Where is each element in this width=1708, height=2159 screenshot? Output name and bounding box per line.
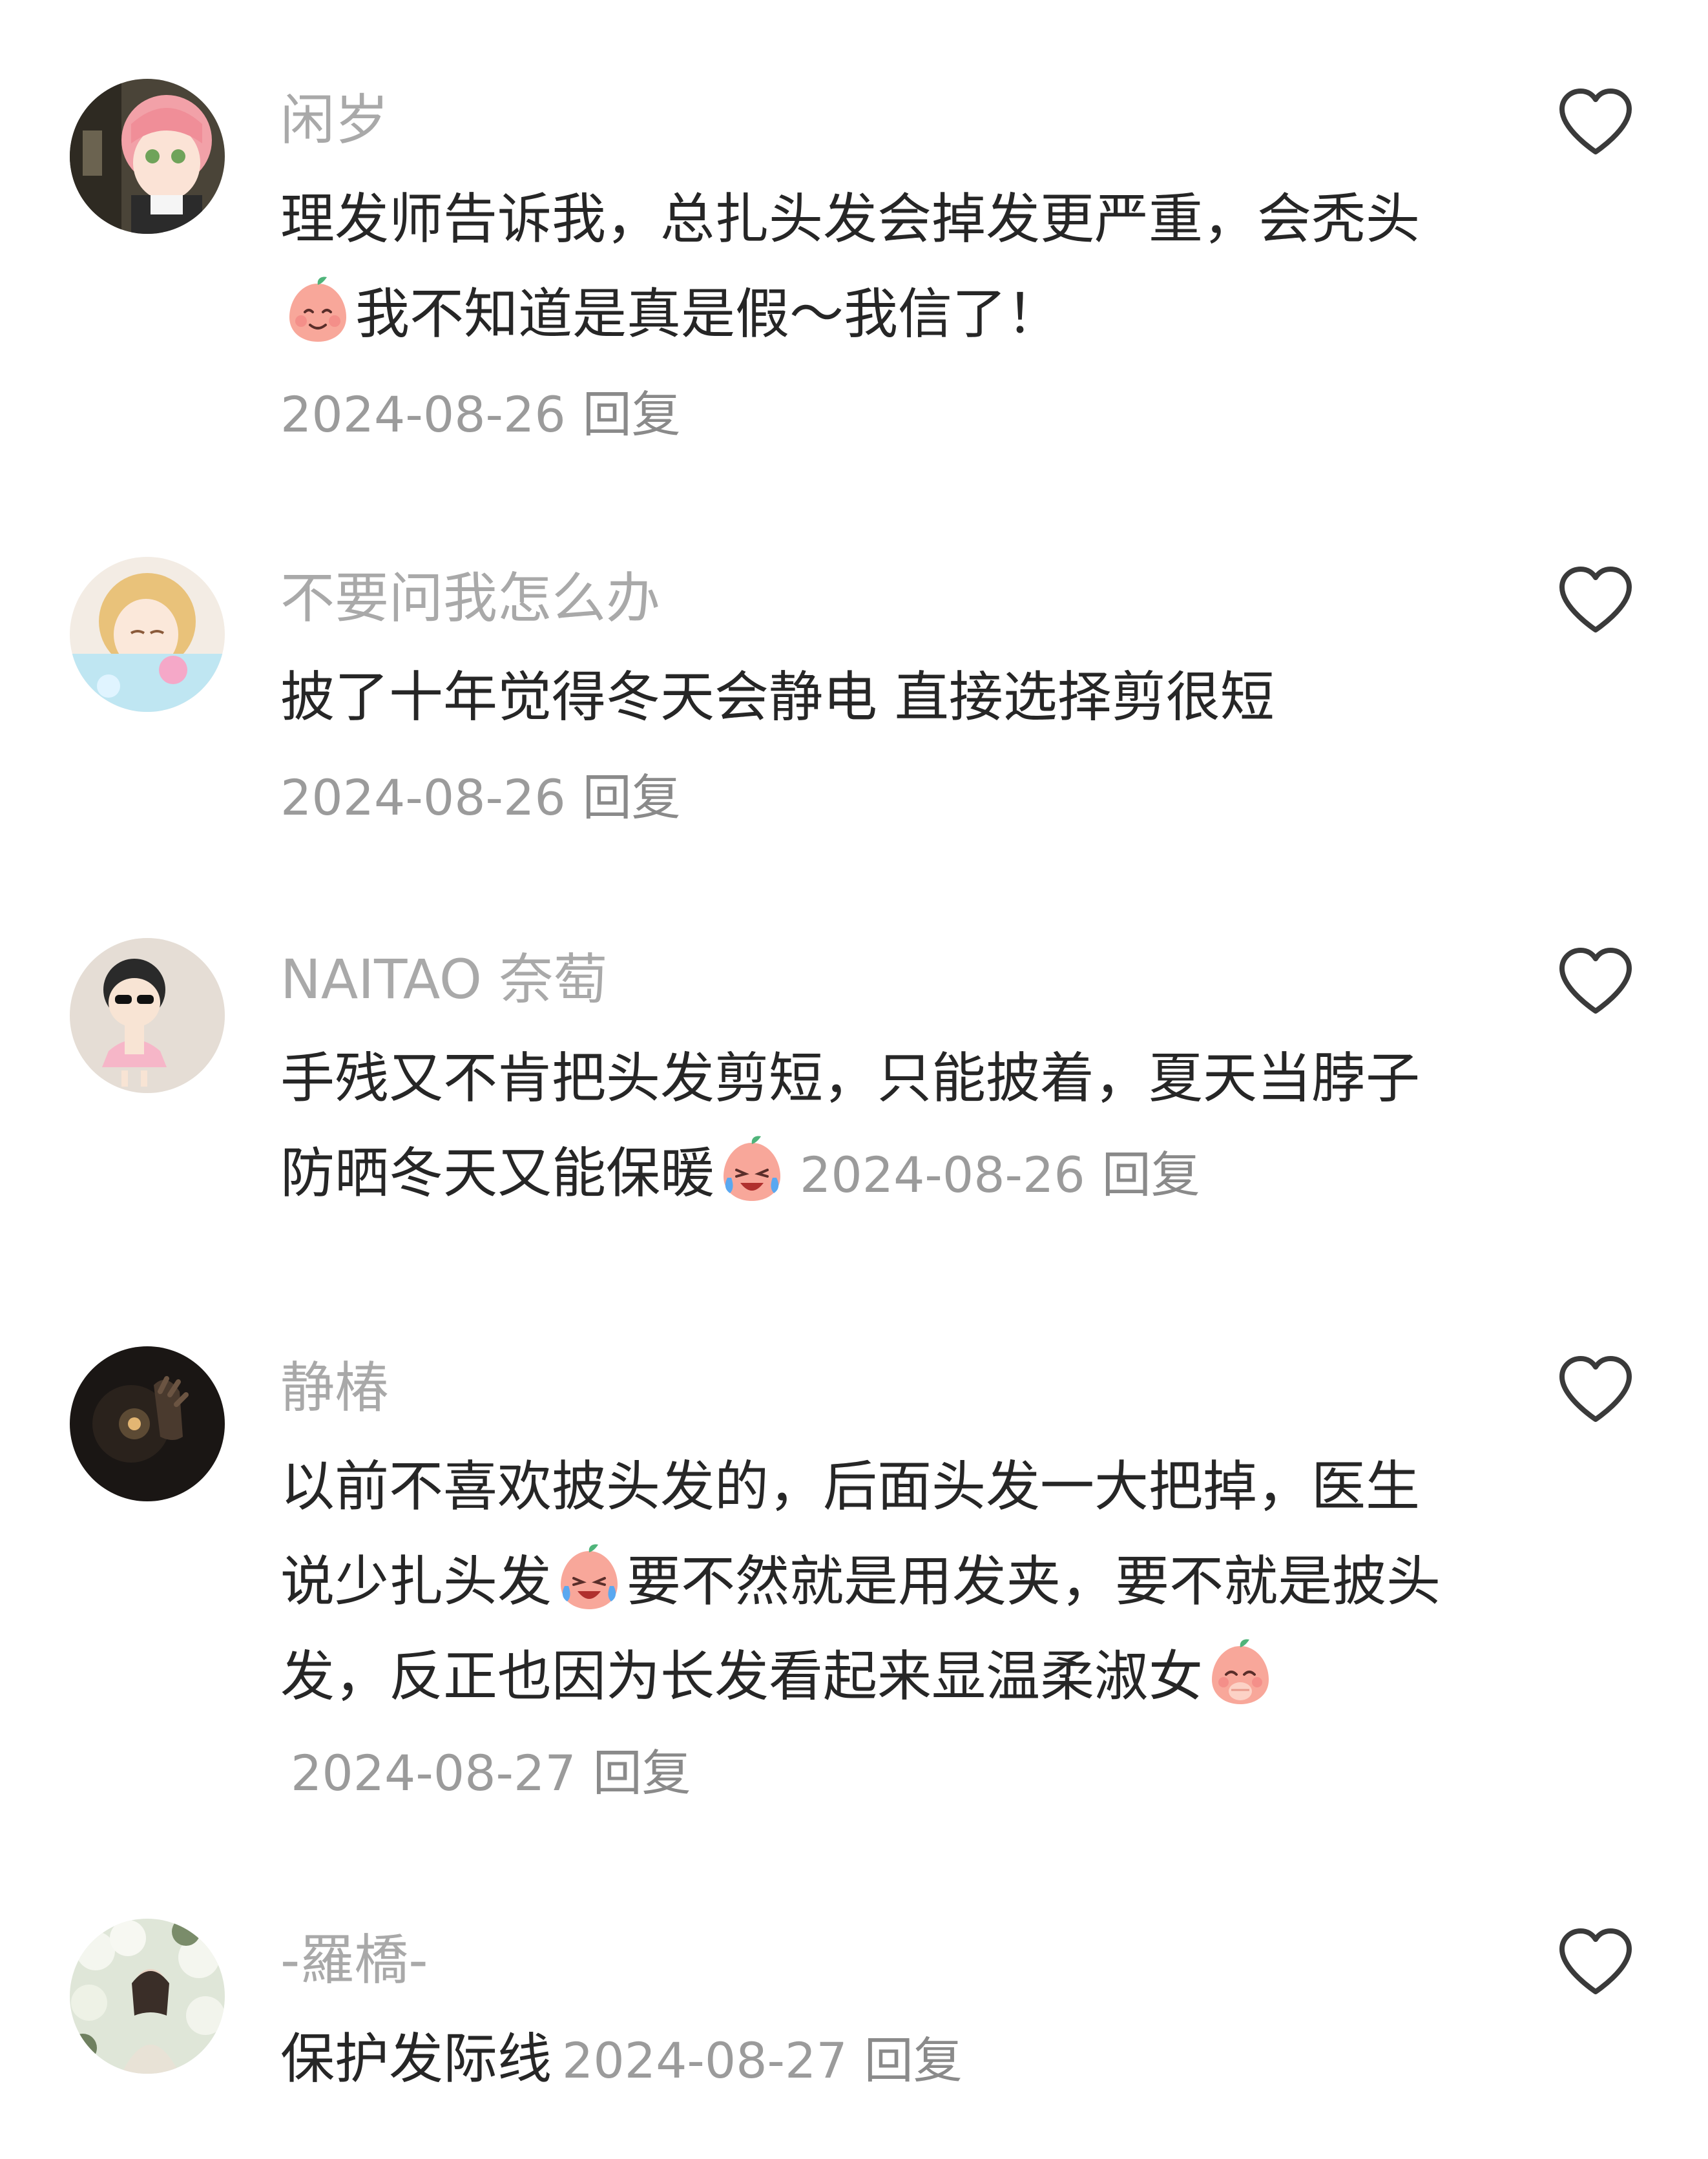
comment-body: 静椿 以前不喜欢披头发的，后面头发一大把掉，医生说少扎头发 要不然就是用发夹，要… — [280, 1351, 1469, 1820]
comment-text: 理发师告诉我，总扎头发会掉发更严重，会秃头 我不知道是真是假～我信了！ — [280, 172, 1469, 362]
comment-date: 2024-08-27 — [562, 2032, 848, 2089]
crying-laughing-peach-emoji — [716, 1134, 788, 1206]
heart-outline-icon — [1559, 1928, 1632, 1994]
comment-date: 2024-08-26 — [800, 1146, 1085, 1204]
comment-meta: 2024-08-26 回复 — [280, 367, 1469, 462]
comment-text-part: 保护发际线 — [280, 2027, 552, 2091]
smiling-peach-emoji — [282, 275, 354, 347]
comment-body: -羅橋- 保护发际线 2024-08-27 回复 — [280, 1924, 1469, 2108]
username[interactable]: -羅橋- — [280, 1924, 1469, 1996]
avatar[interactable] — [70, 1919, 225, 2074]
username[interactable]: 闲岁 — [280, 84, 1469, 156]
comment-body: 不要问我怎么办 披了十年觉得冬天会静电 直接选择剪很短 2024-08-26 回复 — [280, 562, 1469, 845]
username[interactable]: 不要问我怎么办 — [280, 562, 1469, 634]
like-button[interactable] — [1557, 1355, 1634, 1426]
reply-button[interactable]: 回复 — [583, 386, 681, 443]
comment-date: 2024-08-27 — [291, 1744, 576, 1802]
avatar[interactable] — [70, 557, 225, 712]
avatar[interactable] — [70, 938, 225, 1093]
reply-button[interactable]: 回复 — [1102, 1146, 1200, 1204]
comment-body: NAITAO 奈萄 手残又不肯把头发剪短，只能披着，夏天当脖子防晒冬天又能保暖 … — [280, 943, 1469, 1222]
heart-outline-icon — [1559, 567, 1632, 632]
like-button[interactable] — [1557, 565, 1634, 636]
comment-text-part: 我不知道是真是假～我信了！ — [355, 282, 1061, 346]
comment-date: 2024-08-26 — [280, 769, 566, 826]
comment-text-part: 理发师告诉我，总扎头发会掉发更严重，会秃头 — [280, 187, 1421, 251]
avatar[interactable] — [70, 79, 225, 234]
reply-button[interactable]: 回复 — [864, 2032, 963, 2089]
like-button[interactable] — [1557, 1927, 1634, 1998]
giggling-peach-emoji — [1204, 1637, 1276, 1709]
comment-meta: 2024-08-27 回复 — [562, 2032, 963, 2089]
heart-outline-icon — [1559, 89, 1632, 154]
heart-outline-icon — [1559, 1356, 1632, 1422]
like-button[interactable] — [1557, 87, 1634, 158]
crying-laughing-peach-emoji — [553, 1542, 625, 1614]
like-button[interactable] — [1557, 946, 1634, 1017]
avatar[interactable] — [70, 1346, 225, 1501]
comment-text: 以前不喜欢披头发的，后面头发一大把掉，医生说少扎头发 要不然就是用发夹，要不就是… — [280, 1439, 1469, 1820]
comment-text: 手残又不肯把头发剪短，只能披着，夏天当脖子防晒冬天又能保暖 2024-08-26… — [280, 1031, 1469, 1222]
comment-text: 披了十年觉得冬天会静电 直接选择剪很短 — [280, 665, 1275, 729]
comment-body: 闲岁 理发师告诉我，总扎头发会掉发更严重，会秃头 我不知道是真是假～我信了！ 2… — [280, 84, 1469, 462]
reply-button[interactable]: 回复 — [583, 769, 681, 826]
comment-text: 保护发际线 2024-08-27 回复 — [280, 2012, 1469, 2108]
comment-meta: 2024-08-26 回复 — [280, 750, 1469, 845]
heart-outline-icon — [1559, 948, 1632, 1014]
username[interactable]: 静椿 — [280, 1351, 1469, 1424]
reply-button[interactable]: 回复 — [593, 1744, 691, 1802]
comment-meta: 2024-08-27 回复 — [291, 1744, 691, 1802]
username[interactable]: NAITAO 奈萄 — [280, 943, 1469, 1016]
comment-meta: 2024-08-26 回复 — [800, 1146, 1200, 1204]
comment-date: 2024-08-26 — [280, 386, 566, 443]
